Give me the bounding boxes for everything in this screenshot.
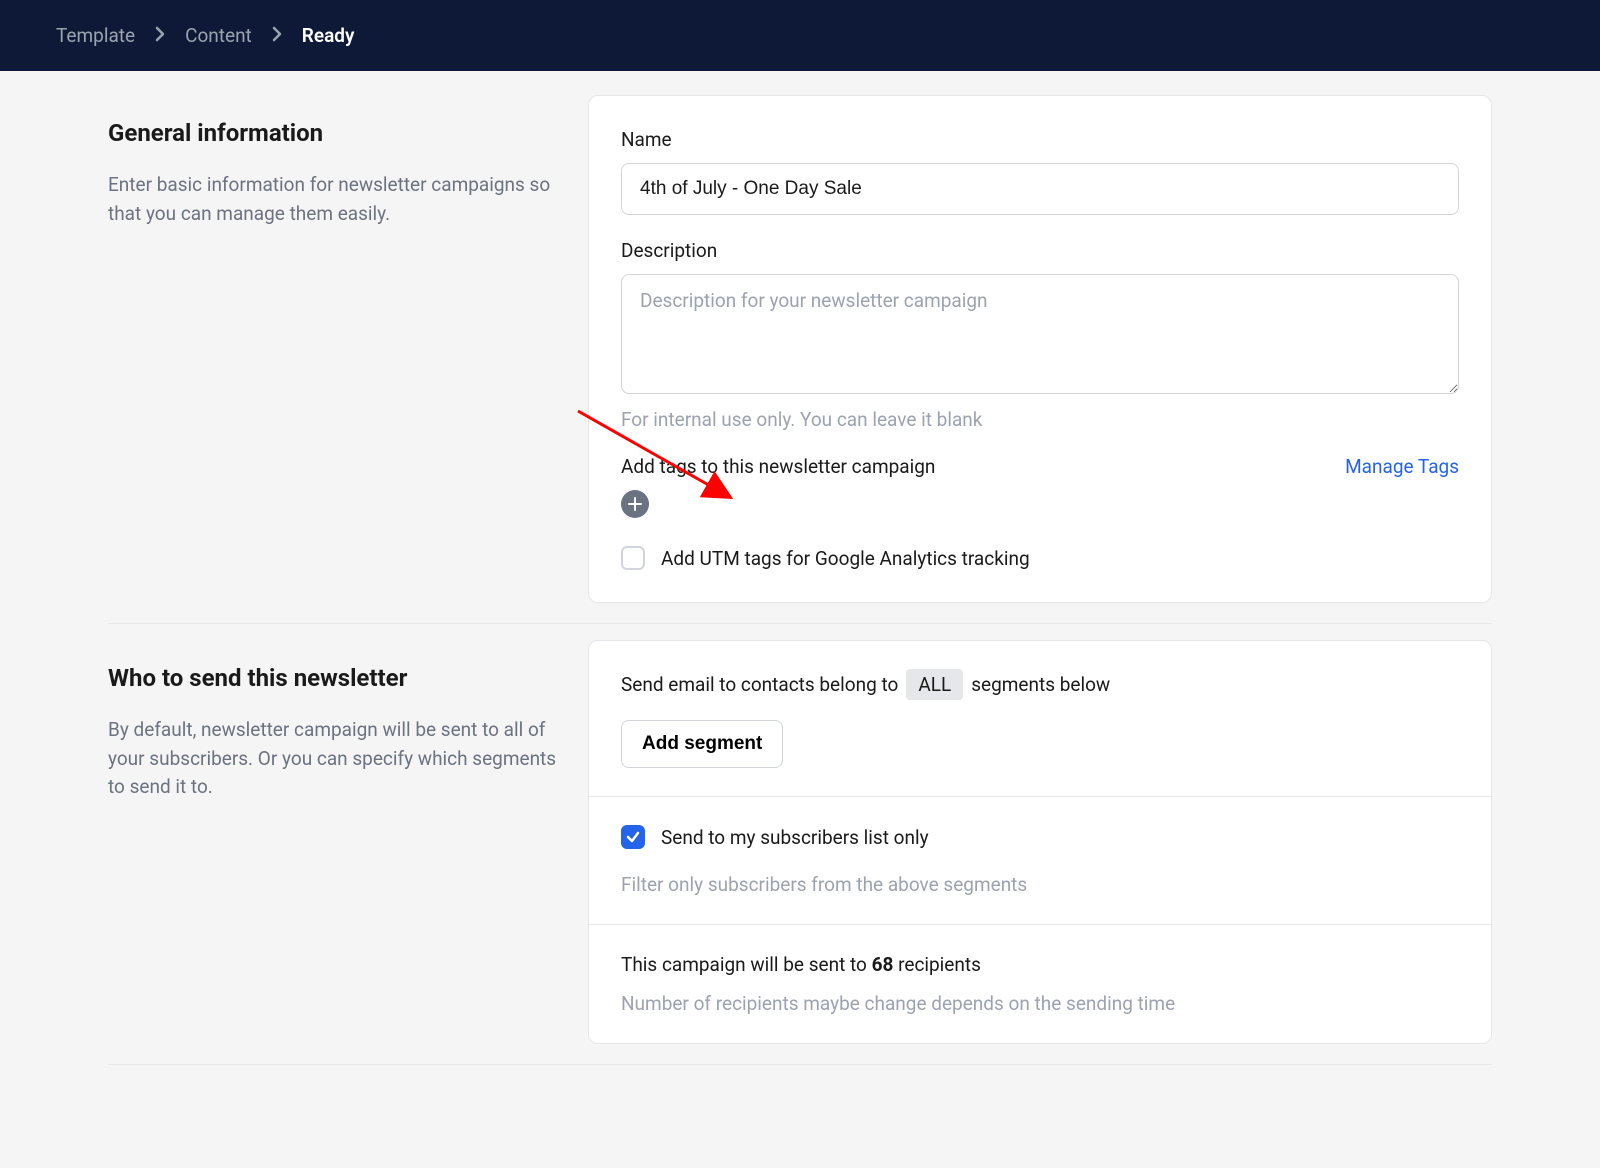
section-divider bbox=[108, 1064, 1492, 1065]
breadcrumb-ready[interactable]: Ready bbox=[302, 24, 355, 47]
name-label: Name bbox=[621, 128, 1459, 151]
plus-icon bbox=[628, 497, 642, 511]
manage-tags-link[interactable]: Manage Tags bbox=[1345, 455, 1459, 478]
check-icon bbox=[626, 830, 640, 844]
general-info-title: General information bbox=[108, 119, 564, 147]
subscribers-only-label: Send to my subscribers list only bbox=[661, 826, 929, 849]
general-info-card: Name Description For internal use only. … bbox=[588, 95, 1492, 603]
breadcrumb-template[interactable]: Template bbox=[56, 24, 135, 47]
description-help: For internal use only. You can leave it … bbox=[621, 408, 1459, 431]
chevron-right-icon bbox=[155, 26, 165, 46]
name-input[interactable] bbox=[621, 163, 1459, 215]
top-header: Template Content Ready bbox=[0, 0, 1600, 71]
segments-match-pill[interactable]: ALL bbox=[906, 669, 963, 700]
breadcrumb-content[interactable]: Content bbox=[185, 24, 252, 47]
add-segment-button[interactable]: Add segment bbox=[621, 720, 783, 768]
who-send-card: Send email to contacts belong to ALL seg… bbox=[588, 640, 1492, 1044]
recipients-text: This campaign will be sent to 68 recipie… bbox=[621, 953, 1459, 976]
who-send-section: Who to send this newsletter By default, … bbox=[108, 640, 1492, 1044]
section-divider bbox=[108, 623, 1492, 624]
filter-help: Filter only subscribers from the above s… bbox=[621, 873, 1459, 896]
add-tag-button[interactable] bbox=[621, 490, 649, 518]
general-info-section: General information Enter basic informat… bbox=[108, 95, 1492, 603]
description-input[interactable] bbox=[621, 274, 1459, 394]
send-prefix-text: Send email to contacts belong to bbox=[621, 673, 898, 696]
recipients-help: Number of recipients maybe change depend… bbox=[621, 992, 1459, 1015]
subscribers-only-checkbox[interactable] bbox=[621, 825, 645, 849]
send-suffix-text: segments below bbox=[971, 673, 1110, 696]
who-send-desc: By default, newsletter campaign will be … bbox=[108, 716, 564, 802]
description-label: Description bbox=[621, 239, 1459, 262]
utm-checkbox[interactable] bbox=[621, 546, 645, 570]
chevron-right-icon bbox=[272, 26, 282, 46]
who-send-title: Who to send this newsletter bbox=[108, 664, 564, 692]
utm-label: Add UTM tags for Google Analytics tracki… bbox=[661, 547, 1030, 570]
tags-label: Add tags to this newsletter campaign bbox=[621, 455, 935, 478]
general-info-desc: Enter basic information for newsletter c… bbox=[108, 171, 564, 228]
recipients-count: 68 bbox=[872, 953, 894, 976]
